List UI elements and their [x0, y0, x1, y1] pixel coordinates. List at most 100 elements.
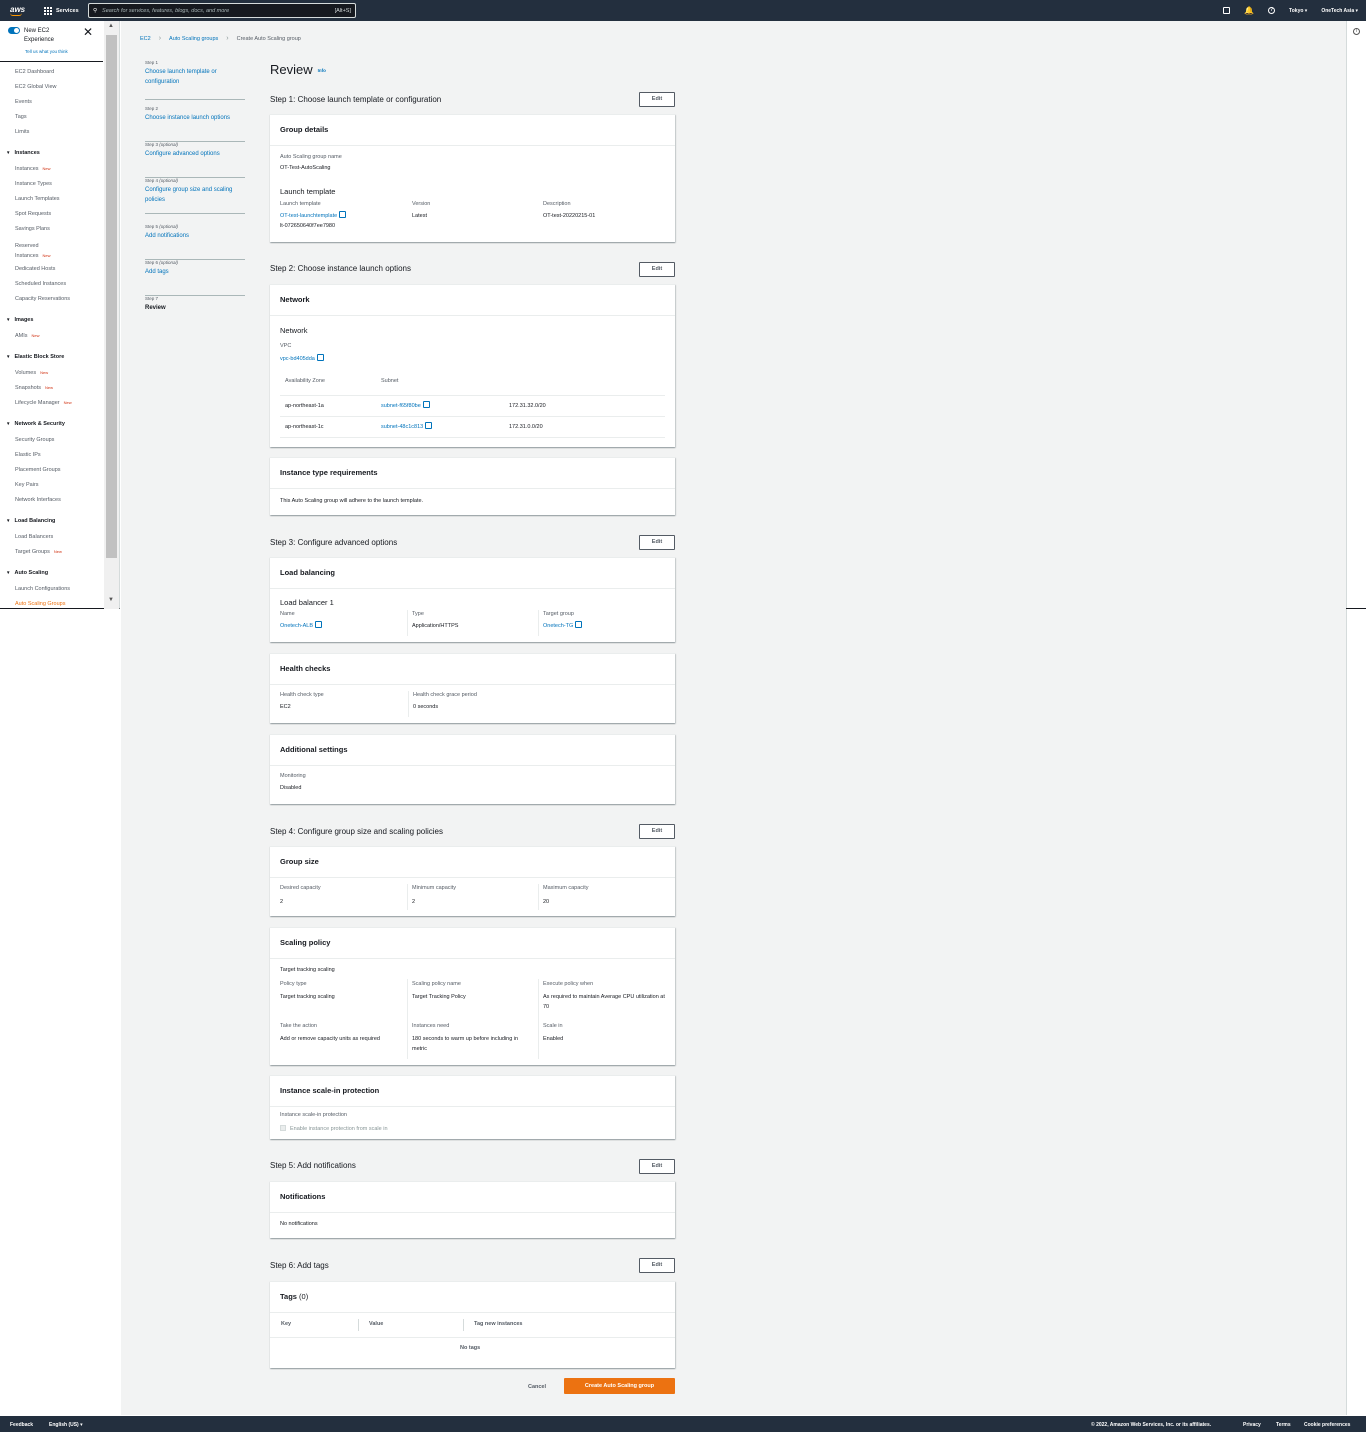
wizard-step-label[interactable]: Choose instance launch options	[145, 113, 245, 123]
sidebar-item-spot-requests[interactable]: Spot Requests	[15, 211, 51, 217]
sidebar-item-auto-scaling-groups[interactable]: Auto Scaling Groups	[15, 601, 65, 607]
right-help-rail: i	[1346, 21, 1366, 1415]
group-size-card: Group size Desired capacity 2 Minimum ca…	[270, 846, 675, 916]
load-balancer-link[interactable]: Onetech-ALB	[280, 621, 322, 631]
breadcrumb-ec2[interactable]: EC2	[140, 36, 151, 42]
edit-step4-button[interactable]: Edit	[639, 824, 675, 839]
sidebar-item-launch-configurations[interactable]: Launch Configurations	[15, 586, 70, 592]
sidebar-section-elastic-block-store[interactable]: Elastic Block Store	[6, 354, 64, 360]
sidebar-item-savings-plans[interactable]: Savings Plans	[15, 226, 50, 232]
new-experience-toggle-panel: New EC2 Experience Tell us what you thin…	[8, 25, 100, 61]
sidebar-item-instances[interactable]: Instances New	[15, 166, 51, 172]
load-balancing-card: Load balancing Load balancer 1 Name Onet…	[270, 557, 675, 642]
search-input[interactable]: ⚲ Search for services, features, blogs, …	[88, 3, 356, 18]
aws-logo[interactable]: aws	[10, 5, 28, 16]
sidebar-item-limits[interactable]: Limits	[15, 129, 29, 135]
sidebar-item-reserved-instances[interactable]: Reserved Instances New	[15, 241, 51, 261]
vpc-link[interactable]: vpc-bd405dda	[280, 354, 324, 364]
wizard-step-4[interactable]: Step 4 (optional) Configure group size an…	[145, 178, 245, 214]
edit-step3-button[interactable]: Edit	[639, 535, 675, 550]
sidebar-item-capacity-reservations[interactable]: Capacity Reservations	[15, 296, 70, 302]
wizard-step-label[interactable]: Add tags	[145, 267, 245, 277]
wizard-step-5[interactable]: Step 5 (optional) Add notifications	[145, 224, 245, 260]
sidebar-item-scheduled-instances[interactable]: Scheduled Instances	[15, 281, 66, 287]
edit-step6-button[interactable]: Edit	[639, 1258, 675, 1273]
scale-in-protection-checkbox[interactable]: Enable instance protection from scale in	[280, 1124, 388, 1134]
sidebar-item-load-balancers[interactable]: Load Balancers	[15, 534, 53, 540]
terms-link[interactable]: Terms	[1276, 1422, 1291, 1428]
sidebar-item-network-interfaces[interactable]: Network Interfaces	[15, 497, 61, 503]
language-selector[interactable]: English (US) ▾	[49, 1422, 83, 1428]
copyright: © 2022, Amazon Web Services, Inc. or its…	[1091, 1422, 1212, 1428]
wizard-step-label[interactable]: Add notifications	[145, 231, 245, 241]
privacy-link[interactable]: Privacy	[1243, 1422, 1261, 1428]
edit-step2-button[interactable]: Edit	[639, 262, 675, 277]
wizard-step-6[interactable]: Step 6 (optional) Add tags	[145, 260, 245, 296]
breadcrumb-current: Create Auto Scaling group	[236, 35, 301, 42]
grid-icon	[44, 6, 52, 15]
account-menu[interactable]: OneTech Asia ▾	[1321, 8, 1358, 14]
edit-step1-button[interactable]: Edit	[639, 92, 675, 107]
sidebar-item-launch-templates[interactable]: Launch Templates	[15, 196, 60, 202]
wizard-step-label[interactable]: Configure group size and scaling policie…	[145, 185, 245, 205]
sidebar-item-tags[interactable]: Tags	[15, 114, 27, 120]
step2-heading: Step 2: Choose instance launch options	[270, 264, 411, 273]
wizard-step-label[interactable]: Choose launch template or configuration	[145, 67, 245, 87]
edit-step5-button[interactable]: Edit	[639, 1159, 675, 1174]
sidebar-item-target-groups[interactable]: Target Groups New	[15, 549, 62, 555]
info-icon[interactable]: i	[1353, 28, 1360, 35]
sidebar-item-placement-groups[interactable]: Placement Groups	[15, 467, 61, 473]
launch-template-link[interactable]: OT-test-launchtemplate	[280, 211, 346, 221]
subnet-link[interactable]: subnet-48c1c813	[381, 422, 432, 432]
sidebar-section-network-security[interactable]: Network & Security	[6, 421, 64, 427]
sidebar-item-ec2-dashboard[interactable]: EC2 Dashboard	[15, 69, 54, 75]
health-checks-card: Health checks Health check type EC2 Heal…	[270, 653, 675, 723]
new-badge: New	[53, 549, 62, 554]
sidebar-item-lifecycle-manager[interactable]: Lifecycle Manager New	[15, 400, 72, 406]
services-menu-button[interactable]: Services	[44, 6, 79, 15]
sidebar-section-images[interactable]: Images	[6, 317, 33, 323]
sidebar-section-auto-scaling[interactable]: Auto Scaling	[6, 570, 48, 576]
breadcrumb-auto-scaling-groups[interactable]: Auto Scaling groups	[169, 36, 218, 42]
new-experience-toggle[interactable]	[8, 27, 20, 34]
help-icon[interactable]: ?	[1268, 7, 1276, 14]
top-navigation-bar: aws Services ⚲ Search for services, feat…	[0, 0, 1366, 21]
sidebar-item-volumes[interactable]: Volumes New	[15, 370, 48, 376]
feedback-button[interactable]: Feedback	[10, 1422, 33, 1428]
wizard-step-2[interactable]: Step 2 Choose instance launch options	[145, 106, 245, 142]
additional-settings-card: Additional settings Monitoring Disabled	[270, 734, 675, 804]
wizard-step-1[interactable]: Step 1 Choose launch template or configur…	[145, 60, 245, 100]
region-selector[interactable]: Tokyo ▾	[1289, 8, 1307, 14]
card-title: Group details	[270, 115, 675, 146]
cloudshell-icon[interactable]	[1223, 7, 1231, 14]
sidebar-item-snapshots[interactable]: Snapshots New	[15, 385, 53, 391]
search-icon: ⚲	[93, 7, 98, 14]
sidebar-item-security-groups[interactable]: Security Groups	[15, 437, 54, 443]
bell-icon[interactable]: 🔔	[1244, 6, 1254, 15]
sidebar-item-dedicated-hosts[interactable]: Dedicated Hosts	[15, 266, 55, 272]
subnet-link[interactable]: subnet-f65f80be	[381, 401, 430, 411]
sidebar-scrollbar-thumb[interactable]	[106, 35, 117, 558]
target-group-link[interactable]: Onetech-TG	[543, 621, 582, 631]
wizard-step-label[interactable]: Configure advanced options	[145, 149, 245, 159]
create-auto-scaling-group-button[interactable]: Create Auto Scaling group	[564, 1378, 675, 1394]
sidebar-item-instance-types[interactable]: Instance Types	[15, 181, 52, 187]
sidebar-item-amis[interactable]: AMIs New	[15, 333, 40, 339]
sidebar-item-ec2-global-view[interactable]: EC2 Global View	[15, 84, 56, 90]
instance-type-requirements-card: Instance type requirements This Auto Sca…	[270, 457, 675, 515]
sidebar-item-elastic-ips[interactable]: Elastic IPs	[15, 452, 41, 458]
sidebar-section-load-balancing[interactable]: Load Balancing	[6, 518, 55, 524]
close-icon[interactable]: ✕	[83, 25, 93, 39]
sidebar-item-events[interactable]: Events	[15, 99, 32, 105]
wizard-step-3[interactable]: Step 3 (optional) Configure advanced opti…	[145, 142, 245, 178]
new-badge: New	[45, 385, 54, 390]
scroll-down-icon[interactable]: ▼	[108, 597, 114, 603]
info-link[interactable]: Info	[318, 68, 326, 73]
cancel-button[interactable]: Cancel	[520, 1380, 554, 1394]
scroll-up-icon[interactable]: ▲	[108, 23, 114, 29]
cookie-preferences-link[interactable]: Cookie preferences	[1304, 1422, 1350, 1428]
feedback-link[interactable]: Tell us what you think	[25, 49, 68, 54]
checkbox-icon	[280, 1125, 286, 1131]
sidebar-item-key-pairs[interactable]: Key Pairs	[15, 482, 39, 488]
sidebar-section-instances[interactable]: Instances	[6, 150, 39, 156]
